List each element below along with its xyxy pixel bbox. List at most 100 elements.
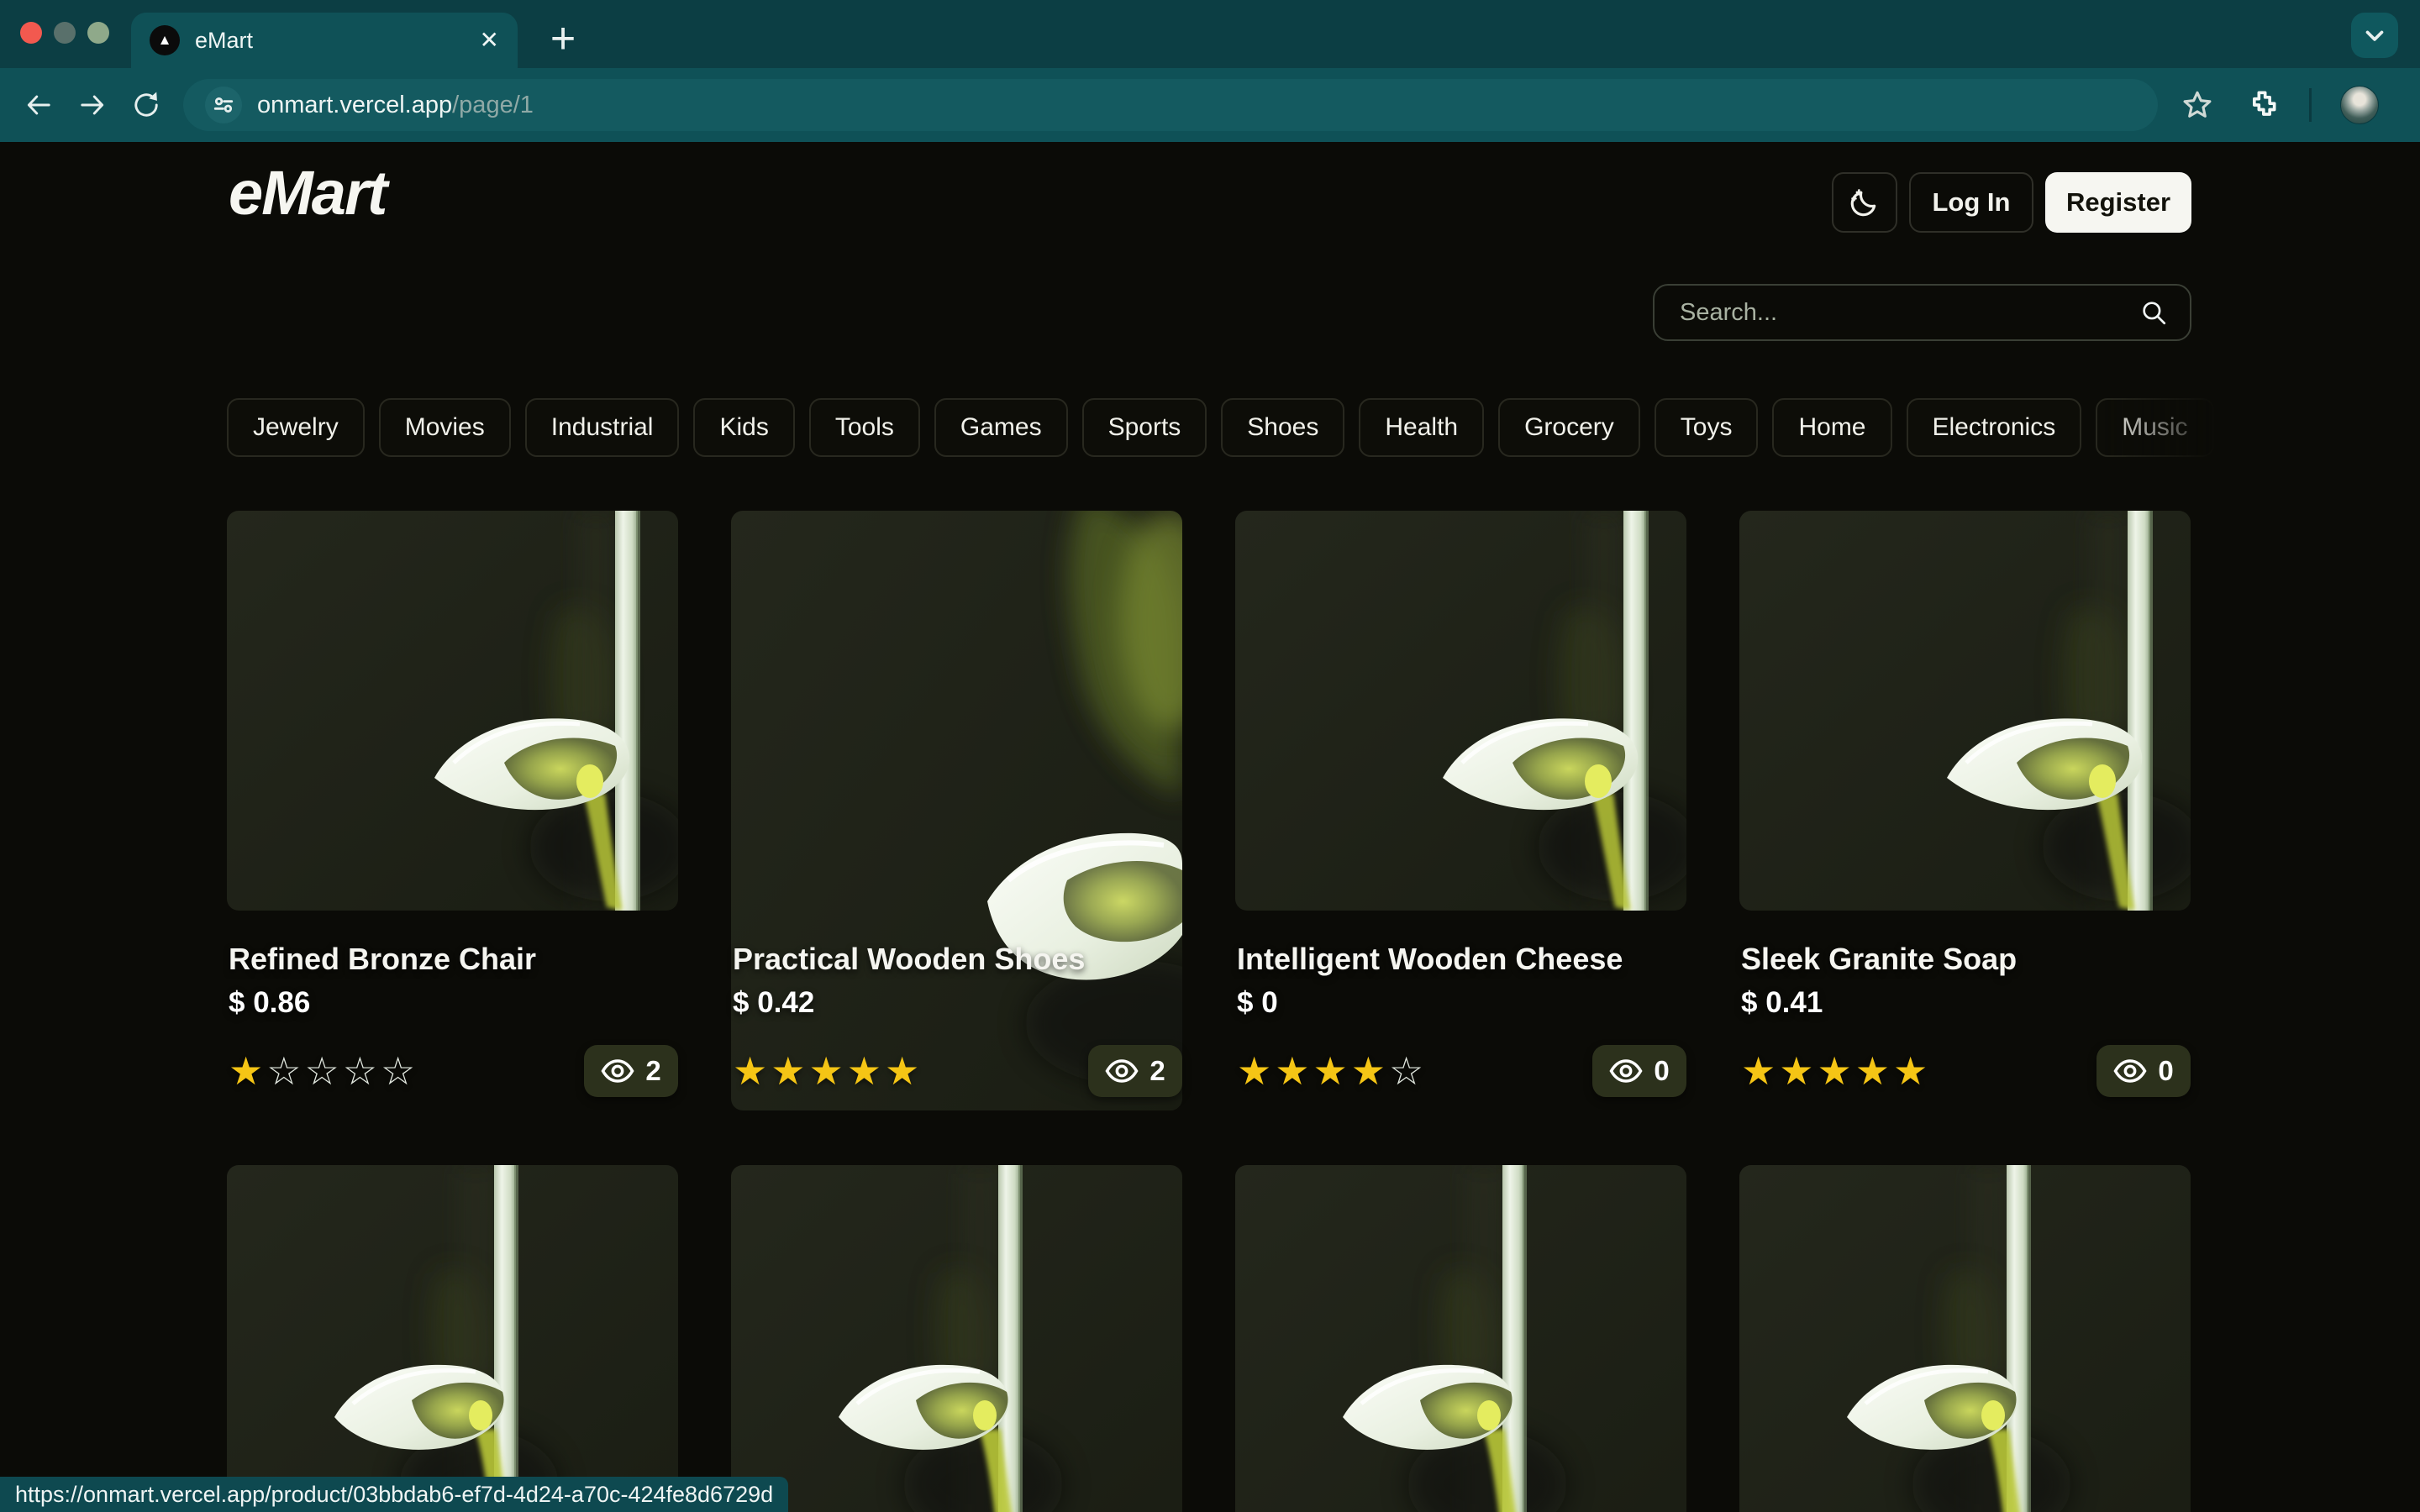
traffic-light-close-icon[interactable]: [20, 22, 42, 44]
rating-row: ★★★★★ 2: [733, 1045, 1182, 1097]
rating-row: ★★★★★ 0: [1741, 1045, 2191, 1097]
product-card[interactable]: [731, 1165, 1182, 1512]
search-input[interactable]: [1655, 299, 2139, 327]
chevron-down-icon: [2360, 21, 2389, 50]
product-price: $ 0.41: [1741, 984, 2191, 1021]
product-card[interactable]: Intelligent Wooden Cheese $ 0 ★★★★☆ 0: [1235, 511, 1686, 1110]
menu-kebab-icon[interactable]: [2407, 88, 2420, 122]
tab-search-button[interactable]: [2351, 13, 2398, 58]
url-host: onmart.vercel.app: [257, 92, 452, 118]
rating-row: ★★★★☆ 0: [1237, 1045, 1686, 1097]
rating-stars: ★☆☆☆☆: [229, 1052, 418, 1090]
status-bar: https://onmart.vercel.app/product/03bbda…: [0, 1477, 788, 1512]
product-price: $ 0.42: [733, 984, 1182, 1021]
product-info: Refined Bronze Chair $ 0.86 ★☆☆☆☆ 2: [229, 941, 678, 1097]
category-pill-industrial[interactable]: Industrial: [525, 398, 680, 457]
product-card[interactable]: [1739, 1165, 2191, 1512]
product-info: Sleek Granite Soap $ 0.41 ★★★★★ 0: [1741, 941, 2191, 1097]
page-content: eMart Log In Register JewelryMoviesIndus…: [0, 142, 2420, 1512]
back-icon: [22, 88, 55, 122]
views-badge: 2: [584, 1045, 678, 1097]
status-link-text: https://onmart.vercel.app/product/03bbda…: [15, 1482, 773, 1508]
category-pill-music[interactable]: Music: [2096, 398, 2213, 457]
product-image: [1235, 1165, 1686, 1512]
product-title: Practical Wooden Shoes: [733, 941, 1182, 978]
product-grid: Refined Bronze Chair $ 0.86 ★☆☆☆☆ 2 Prac…: [227, 511, 2193, 1512]
product-info: Intelligent Wooden Cheese $ 0 ★★★★☆ 0: [1237, 941, 1686, 1097]
traffic-light-zoom-icon[interactable]: [87, 22, 109, 44]
eye-icon: [2113, 1054, 2147, 1088]
bookmark-star-icon[interactable]: [2180, 87, 2215, 123]
new-tab-button[interactable]: +: [538, 13, 588, 64]
product-image: [227, 1165, 678, 1512]
rating-stars: ★★★★★: [1741, 1052, 1931, 1090]
product-price: $ 0.86: [229, 984, 678, 1021]
eye-icon: [1609, 1054, 1643, 1088]
product-title: Sleek Granite Soap: [1741, 941, 2191, 978]
views-count: 2: [645, 1055, 660, 1087]
category-list: JewelryMoviesIndustrialKids ToolsGamesSpo…: [227, 398, 2220, 459]
site-logo[interactable]: eMart: [229, 157, 386, 228]
product-image: [731, 1165, 1182, 1512]
category-pill-electronics[interactable]: Electronics: [1907, 398, 2082, 457]
product-image: [1235, 511, 1686, 911]
rating-row: ★☆☆☆☆ 2: [229, 1045, 678, 1097]
product-card[interactable]: Practical Wooden Shoes $ 0.42 ★★★★★ 2: [731, 511, 1182, 1110]
category-pill-kids[interactable]: Kids: [693, 398, 794, 457]
product-title: Refined Bronze Chair: [229, 941, 678, 978]
category-pill-health[interactable]: Health: [1359, 398, 1484, 457]
url-text: onmart.vercel.app/page/1: [257, 92, 534, 119]
category-pill-movies[interactable]: Movies: [379, 398, 511, 457]
close-tab-icon[interactable]: ✕: [480, 29, 499, 52]
eye-icon: [601, 1054, 634, 1088]
toolbar-divider: [2309, 88, 2312, 122]
register-button[interactable]: Register: [2045, 172, 2191, 233]
theme-toggle-button[interactable]: [1832, 172, 1897, 233]
product-card[interactable]: Refined Bronze Chair $ 0.86 ★☆☆☆☆ 2: [227, 511, 678, 1110]
eye-icon: [1105, 1054, 1139, 1088]
views-badge: 0: [1592, 1045, 1686, 1097]
views-badge: 2: [1088, 1045, 1182, 1097]
rating-stars: ★★★★★: [733, 1052, 923, 1090]
url-bar[interactable]: onmart.vercel.app/page/1: [183, 79, 2158, 131]
category-pill-grocery[interactable]: Grocery: [1498, 398, 1640, 457]
site-favicon-icon: ▲: [150, 25, 180, 55]
browser-tab-bar: ▲ eMart ✕ +: [0, 0, 2420, 68]
site-info-icon[interactable]: [205, 87, 242, 123]
product-info: Practical Wooden Shoes $ 0.42 ★★★★★ 2: [733, 941, 1182, 1097]
moon-icon: [1848, 186, 1881, 219]
profile-avatar[interactable]: [2340, 86, 2379, 124]
category-pill-jewelry[interactable]: Jewelry: [227, 398, 365, 457]
back-button[interactable]: [12, 78, 66, 132]
product-title: Intelligent Wooden Cheese: [1237, 941, 1686, 978]
views-badge: 0: [2096, 1045, 2191, 1097]
product-card[interactable]: [1235, 1165, 1686, 1512]
views-count: 0: [2158, 1055, 2173, 1087]
search-icon[interactable]: [2139, 298, 2168, 327]
traffic-light-minimize-icon[interactable]: [54, 22, 76, 44]
product-image: [1739, 1165, 2191, 1512]
browser-toolbar: onmart.vercel.app/page/1: [0, 68, 2420, 142]
category-pill-toys[interactable]: Toys: [1655, 398, 1759, 457]
forward-button[interactable]: [66, 78, 119, 132]
product-image: [227, 511, 678, 911]
product-card[interactable]: [227, 1165, 678, 1512]
reload-button[interactable]: [119, 78, 173, 132]
category-pill-sports[interactable]: Sports: [1082, 398, 1207, 457]
product-price: $ 0: [1237, 984, 1686, 1021]
category-pill-shoes[interactable]: Shoes: [1221, 398, 1344, 457]
extensions-icon[interactable]: [2244, 87, 2281, 123]
product-image: [1739, 511, 2191, 911]
views-count: 2: [1150, 1055, 1165, 1087]
category-pill-games[interactable]: Games: [934, 398, 1068, 457]
category-pill-tools[interactable]: Tools: [809, 398, 920, 457]
product-card[interactable]: Sleek Granite Soap $ 0.41 ★★★★★ 0: [1739, 511, 2191, 1110]
views-count: 0: [1654, 1055, 1669, 1087]
search-bar: [1653, 284, 2191, 341]
rating-stars: ★★★★☆: [1237, 1052, 1427, 1090]
forward-icon: [76, 88, 109, 122]
category-pill-home[interactable]: Home: [1772, 398, 1891, 457]
login-button[interactable]: Log In: [1909, 172, 2033, 233]
tab-title: eMart: [195, 28, 465, 54]
browser-tab[interactable]: ▲ eMart ✕: [131, 13, 518, 68]
